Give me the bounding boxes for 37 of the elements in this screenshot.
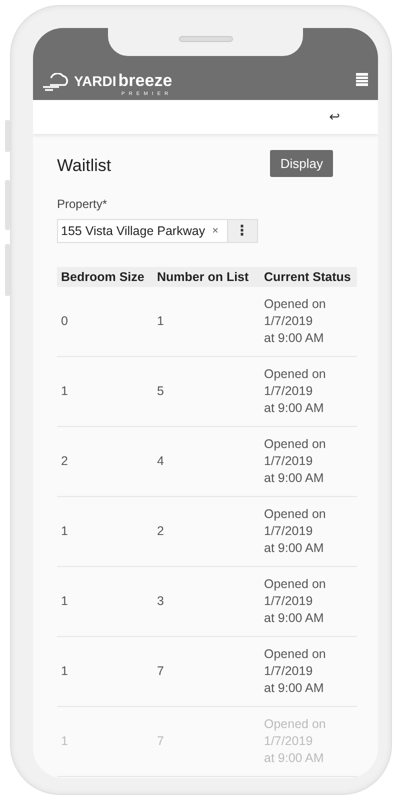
- menu-icon[interactable]: [356, 73, 368, 86]
- table-cell-text: 1: [156, 313, 165, 330]
- table-cell-text: Opened on 1/7/2019 at 9:00 AM: [263, 296, 327, 347]
- speaker-icon: [178, 36, 232, 42]
- table-cell-text: Opened on 1/7/2019 at 9:00 AM: [263, 436, 327, 487]
- table-cell-text: 3: [156, 593, 165, 610]
- field-label: Property*: [57, 197, 108, 211]
- table-cell-text: 7: [156, 733, 165, 750]
- table-cell-text: 1: [60, 593, 69, 610]
- table-cell-text: 7: [156, 663, 165, 680]
- table-cell-text: 1: [60, 733, 69, 750]
- brand-name: YARDI: [74, 72, 116, 90]
- table-cell-text: 2: [60, 453, 69, 470]
- back-button[interactable]: ↩: [329, 110, 340, 124]
- table-cell-text: 1: [60, 663, 69, 680]
- column-header: Current Status: [263, 270, 352, 284]
- table-cell-text: Opened on 1/7/2019 at 9:00 AM: [263, 366, 327, 417]
- display-button[interactable]: Display: [270, 150, 333, 177]
- table-cell-text: 1: [60, 383, 69, 400]
- table-cell-text: 5: [156, 383, 165, 400]
- column-header: Number on List: [156, 270, 250, 284]
- table-cell-text: 0: [60, 313, 69, 330]
- table-cell-text: Opened on 1/7/2019 at 9:00 AM: [263, 716, 327, 767]
- property-field[interactable]: 155 Vista Village Parkway ×: [57, 219, 228, 243]
- table-cell-text: 1: [60, 523, 69, 540]
- clear-button[interactable]: ×: [212, 225, 219, 237]
- cloud-icon: [41, 73, 71, 93]
- table-cell-text: 4: [156, 453, 165, 470]
- product-name: breeze: [118, 72, 172, 90]
- property-value: 155 Vista Village Parkway: [61, 224, 206, 238]
- more-button[interactable]: ⋮: [228, 219, 258, 243]
- table-cell-text: Opened on 1/7/2019 at 9:00 AM: [263, 506, 327, 557]
- table-cell-text: 2: [156, 523, 165, 540]
- page-title: Waitlist: [57, 156, 112, 176]
- table-cell-text: Opened on 1/7/2019 at 9:00 AM: [263, 576, 327, 627]
- table-cell-text: Opened on 1/7/2019 at 9:00 AM: [263, 646, 327, 697]
- column-header: Bedroom Size: [60, 270, 146, 284]
